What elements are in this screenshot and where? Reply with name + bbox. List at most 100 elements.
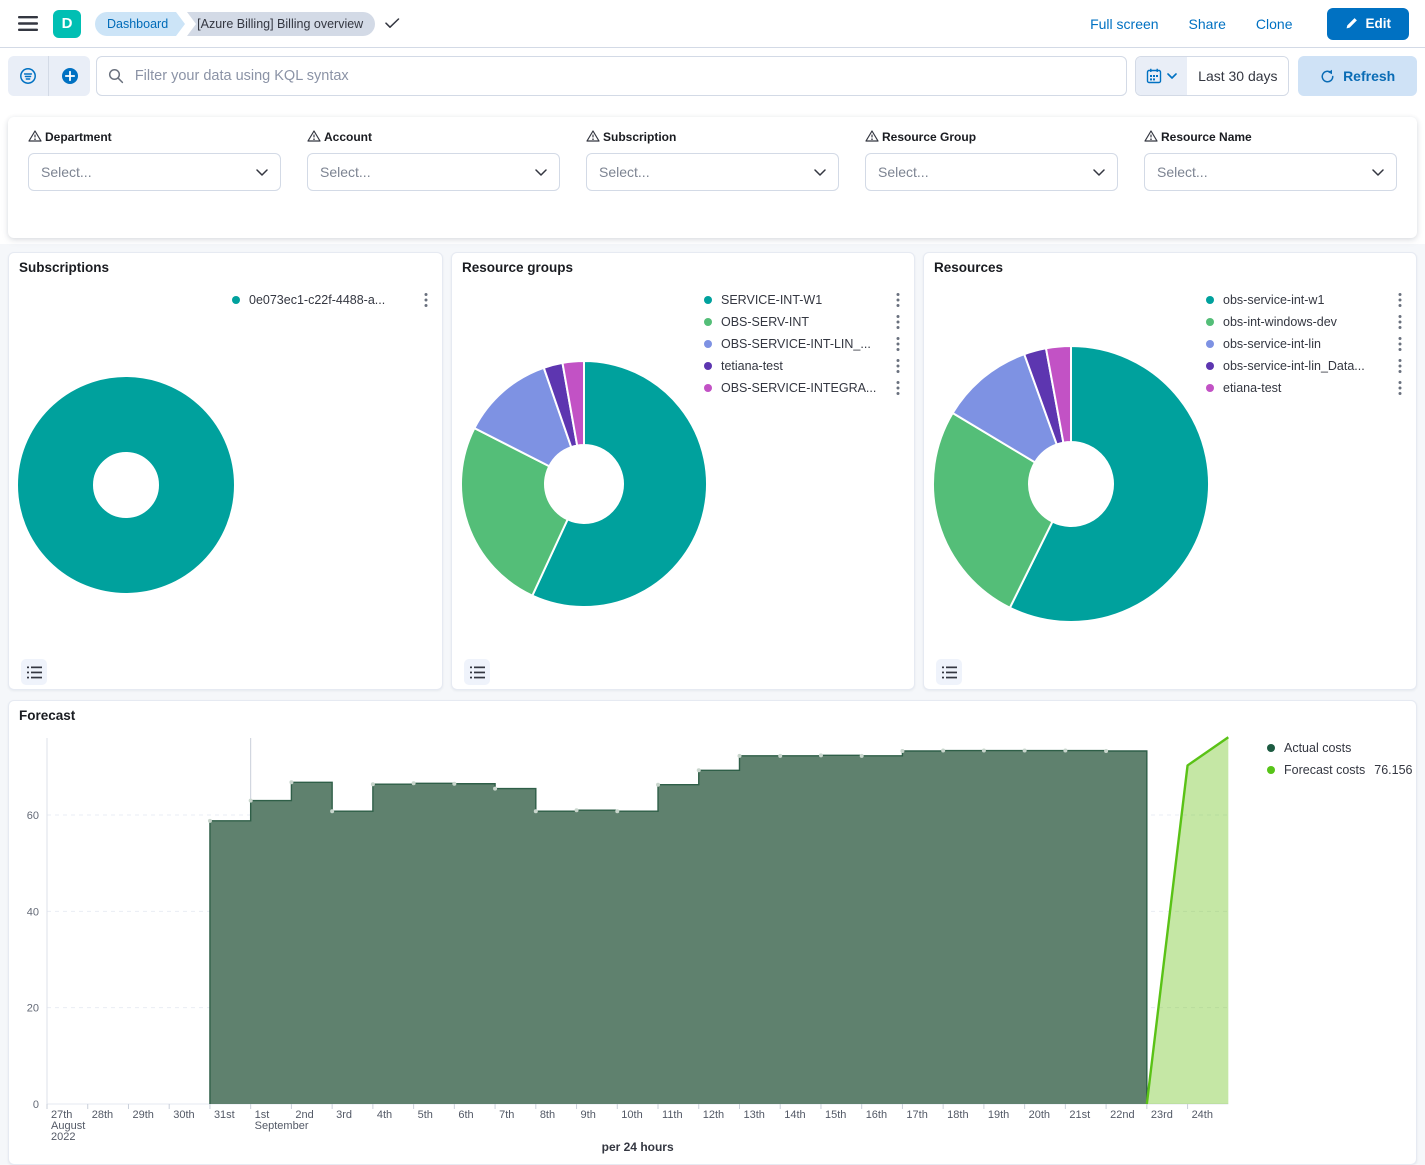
refresh-icon [1320,69,1335,84]
legend-dot [704,362,712,370]
legend-label[interactable]: OBS-SERVICE-INTEGRA... [721,381,892,395]
svg-text:15th: 15th [825,1109,846,1121]
edit-button-label: Edit [1366,16,1392,31]
resource-group-select[interactable]: Select... [865,153,1118,191]
menu-hamburger-icon[interactable] [16,12,40,36]
legend-toggle-button[interactable] [21,659,47,685]
svg-text:60: 60 [27,810,39,822]
pie-legend: obs-service-int-w1 obs-int-windows-dev obs… [1206,289,1406,399]
resource-name-select[interactable]: Select... [1144,153,1397,191]
legend-label[interactable]: OBS-SERVICE-INT-LIN_... [721,337,892,351]
svg-text:24th: 24th [1192,1109,1213,1121]
warning-icon [1144,130,1158,145]
legend-label[interactable]: obs-service-int-lin_Data... [1223,359,1394,373]
panel-forecast: Forecast Actual costs Forecast costs 76.… [8,700,1417,1165]
svg-text:September: September [255,1120,309,1132]
full-screen-button[interactable]: Full screen [1090,16,1158,32]
legend-value: 76.156 [1374,763,1412,777]
svg-text:23rd: 23rd [1151,1109,1173,1121]
svg-text:18th: 18th [947,1109,968,1121]
chevron-down-icon [1093,163,1105,181]
chevron-down-icon [256,163,268,181]
legend-label[interactable]: SERVICE-INT-W1 [721,293,892,307]
control-account: Account Select... [307,129,560,226]
legend-menu-icon[interactable] [892,290,904,310]
legend-item[interactable]: Forecast costs 76.156 [1267,759,1413,781]
legend-menu-icon[interactable] [892,334,904,354]
legend-menu-icon[interactable] [420,290,432,310]
kql-search-input[interactable] [96,56,1127,96]
legend-item[interactable]: Actual costs [1267,737,1413,759]
svg-text:30th: 30th [173,1109,194,1121]
kibana-dashboard-screen: D Dashboard [Azure Billing] Billing over… [0,0,1425,1165]
legend-dot [1206,340,1214,348]
svg-text:20th: 20th [1029,1109,1050,1121]
legend-label[interactable]: tetiana-test [721,359,892,373]
legend-menu-icon[interactable] [892,356,904,376]
legend-item: SERVICE-INT-W1 [704,289,904,311]
top-bar: D Dashboard [Azure Billing] Billing over… [0,0,1425,48]
filter-button-group [8,56,90,96]
svg-text:20: 20 [27,1003,39,1015]
legend-label[interactable]: obs-service-int-lin [1223,337,1394,351]
legend-toggle-button[interactable] [936,659,962,685]
edit-button[interactable]: Edit [1327,8,1410,40]
subscription-select[interactable]: Select... [586,153,839,191]
control-resource-name: Resource Name Select... [1144,129,1397,226]
breadcrumb-current-dashboard[interactable]: [Azure Billing] Billing overview [187,12,375,36]
legend-label[interactable]: obs-service-int-w1 [1223,293,1394,307]
calendar-icon[interactable] [1136,57,1188,95]
subscriptions-donut-chart[interactable] [9,253,443,690]
svg-text:29th: 29th [132,1109,153,1121]
dashboard-controls: Department Select... Account Select... S… [8,117,1417,238]
legend-menu-icon[interactable] [1394,378,1406,398]
legend-menu-icon[interactable] [1394,334,1406,354]
control-department: Department Select... [28,129,281,226]
add-filter-icon[interactable] [48,56,89,96]
panel-title: Subscriptions [19,260,109,275]
svg-text:31st: 31st [214,1109,235,1121]
legend-menu-icon[interactable] [1394,356,1406,376]
legend-dot [1206,384,1214,392]
legend-item: obs-service-int-lin [1206,333,1406,355]
legend-menu-icon[interactable] [1394,312,1406,332]
legend-label[interactable]: 0e073ec1-c22f-4488-a... [249,293,420,307]
panel-title: Resources [934,260,1003,275]
control-label: Account [324,130,372,144]
control-label: Department [45,130,112,144]
svg-text:21st: 21st [1069,1109,1090,1121]
time-range-button[interactable]: Last 30 days [1187,57,1288,95]
refresh-button-label: Refresh [1343,68,1395,84]
deployment-logo[interactable]: D [53,10,81,38]
legend-dot [704,296,712,304]
legend-dot [1206,296,1214,304]
legend-toggle-button[interactable] [464,659,490,685]
saved-query-icon[interactable] [8,56,48,96]
share-button[interactable]: Share [1189,16,1226,32]
saved-check-icon[interactable] [385,18,400,29]
account-select[interactable]: Select... [307,153,560,191]
legend-label[interactable]: etiana-test [1223,381,1394,395]
department-select[interactable]: Select... [28,153,281,191]
legend-menu-icon[interactable] [1394,290,1406,310]
control-subscription: Subscription Select... [586,129,839,226]
clone-button[interactable]: Clone [1256,16,1293,32]
chevron-down-icon [1167,73,1177,79]
control-label: Resource Name [1161,130,1252,144]
dashboard-grid: Subscriptions 0e073ec1-c22f-4488-a... Re… [0,244,1425,1165]
date-picker: Last 30 days [1135,56,1290,96]
forecast-chart[interactable]: 020406027thAugust202228th29th30th31st1st… [9,701,1417,1165]
svg-text:14th: 14th [784,1109,805,1121]
warning-icon [586,130,600,145]
control-resource-group: Resource Group Select... [865,129,1118,226]
chevron-down-icon [814,163,826,181]
refresh-button[interactable]: Refresh [1298,56,1417,96]
svg-text:19th: 19th [988,1109,1009,1121]
legend-menu-icon[interactable] [892,312,904,332]
legend-menu-icon[interactable] [892,378,904,398]
control-label: Resource Group [882,130,976,144]
legend-item: etiana-test [1206,377,1406,399]
legend-label[interactable]: obs-int-windows-dev [1223,315,1394,329]
breadcrumb-dashboard[interactable]: Dashboard [95,12,176,36]
legend-label[interactable]: OBS-SERV-INT [721,315,892,329]
